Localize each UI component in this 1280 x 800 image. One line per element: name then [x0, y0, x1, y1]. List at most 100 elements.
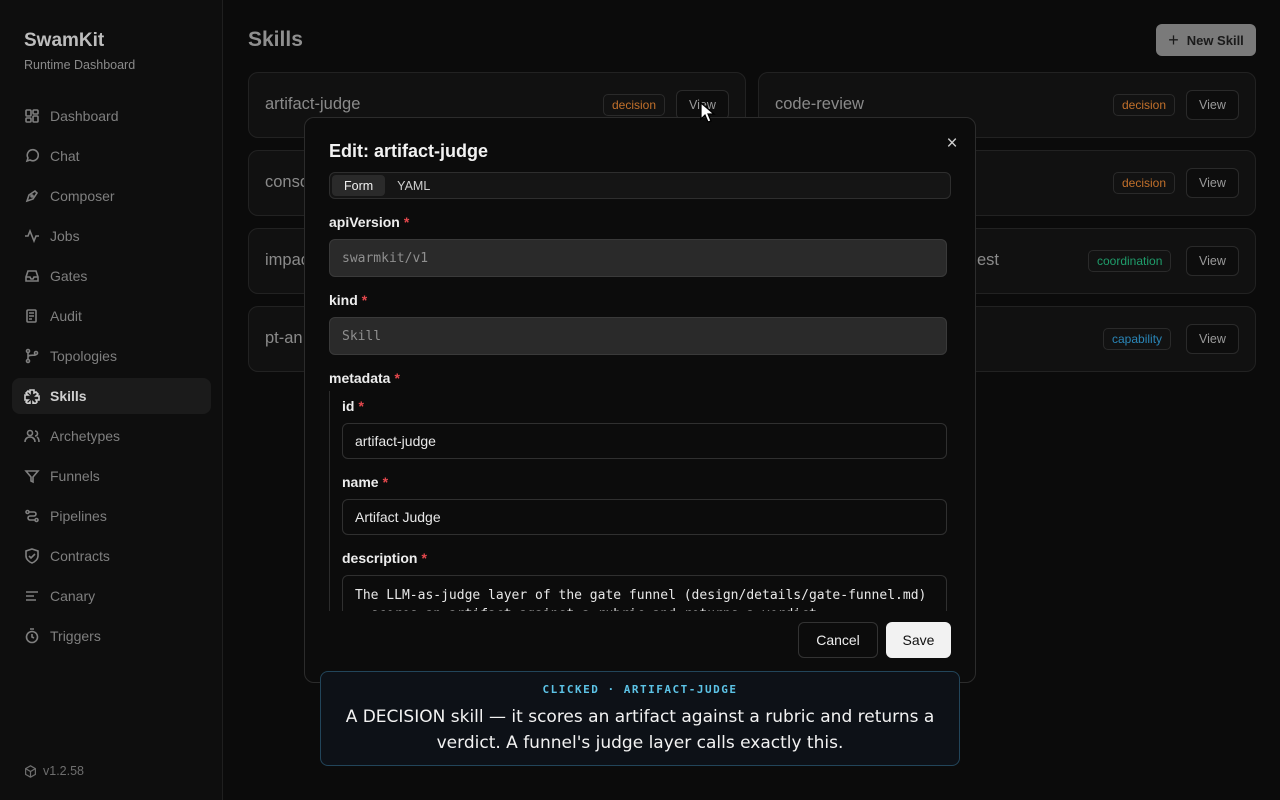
kind-label: kind * [329, 292, 367, 308]
sidebar-item-skills[interactable]: Skills [12, 378, 211, 414]
edit-skill-dialog: Edit: artifact-judge × Form YAML apiVers… [304, 117, 976, 683]
apiversion-field[interactable]: swarmkit/v1 [329, 239, 947, 277]
sidebar-item-label: Audit [50, 308, 82, 324]
jobs-icon [24, 228, 40, 244]
skill-card-name: code-review [775, 95, 864, 113]
field-label-text: metadata [329, 370, 391, 386]
required-marker: * [394, 370, 400, 386]
editor-tabs: Form YAML [329, 172, 951, 199]
pipelines-icon [24, 508, 40, 524]
sidebar-item-archetypes[interactable]: Archetypes [12, 418, 211, 454]
sidebar-item-label: Jobs [50, 228, 80, 244]
contracts-icon [24, 548, 40, 564]
page-title: Skills [248, 28, 303, 51]
sidebar-item-chat[interactable]: Chat [12, 138, 211, 174]
required-marker: * [361, 292, 368, 308]
callout-text: A DECISION skill — it scores an artifact… [345, 707, 935, 753]
skill-card-name: est [977, 251, 1000, 269]
view-button[interactable]: View [1186, 90, 1239, 120]
sidebar-item-label: Topologies [50, 348, 117, 364]
topologies-icon [24, 348, 40, 364]
new-skill-button[interactable]: + New Skill [1156, 24, 1256, 56]
tab-form[interactable]: Form [332, 175, 386, 196]
annotation-callout: CLICKED · ARTIFACT-JUDGE A DECISION skil… [320, 671, 960, 766]
form-scroll-area[interactable]: apiVersion * swarmkit/v1 kind * Skill meta… [329, 213, 951, 611]
view-button[interactable]: View [1186, 324, 1239, 354]
sidebar-item-label: Archetypes [50, 428, 121, 444]
sidebar-item-triggers[interactable]: Triggers [12, 618, 211, 654]
sidebar-item-dashboard[interactable]: Dashboard [12, 98, 211, 134]
metadata-group-divider [329, 391, 330, 611]
field-label-text: kind [329, 292, 358, 308]
skill-card-name: impac [265, 251, 310, 269]
name-label: name * [342, 474, 388, 490]
sidebar-item-gates[interactable]: Gates [12, 258, 211, 294]
funnels-icon [24, 468, 40, 484]
sidebar-item-contracts[interactable]: Contracts [12, 538, 211, 574]
sidebar-item-label: Pipelines [50, 508, 107, 524]
sidebar-item-canary[interactable]: Canary [12, 578, 211, 614]
canary-icon [24, 588, 40, 604]
tab-yaml[interactable]: YAML [385, 175, 442, 196]
chat-icon [24, 148, 40, 164]
id-field[interactable]: artifact-judge [342, 423, 947, 459]
sidebar-item-label: Chat [50, 148, 80, 164]
field-label-text: id [342, 398, 355, 414]
metadata-label: metadata * [329, 370, 400, 386]
description-label: description * [342, 550, 427, 566]
new-skill-label: New Skill [1186, 32, 1244, 48]
skill-type-badge: decision [1113, 94, 1176, 116]
composer-icon [24, 188, 40, 204]
apiversion-label: apiVersion * [329, 214, 409, 230]
sidebar-nav: Dashboard Chat Composer Jobs Gates Audit… [12, 98, 211, 658]
dialog-title: Edit: artifact-judge [329, 141, 489, 161]
sidebar-item-label: Skills [50, 388, 87, 404]
dashboard-icon [24, 108, 40, 124]
sidebar-item-label: Contracts [50, 548, 110, 564]
triggers-icon [24, 628, 40, 644]
cube-icon [25, 764, 36, 778]
callout-tag: CLICKED · ARTIFACT-JUDGE [542, 683, 738, 696]
sidebar-item-audit[interactable]: Audit [12, 298, 211, 334]
sidebar-item-topologies[interactable]: Topologies [12, 338, 211, 374]
app-title: SwamKit [24, 30, 105, 51]
audit-icon [24, 308, 40, 324]
sidebar-item-label: Dashboard [50, 108, 119, 124]
version-info: v1.2.58 [24, 764, 84, 778]
skill-card-name: artifact-judge [265, 95, 361, 113]
field-label-text: name [342, 474, 379, 490]
skill-type-badge: decision [1113, 172, 1176, 194]
sidebar-item-funnels[interactable]: Funnels [12, 458, 211, 494]
sidebar-item-pipelines[interactable]: Pipelines [12, 498, 211, 534]
skill-type-badge: coordination [1088, 250, 1172, 272]
sidebar-item-label: Triggers [50, 628, 101, 644]
field-label-text: apiVersion [329, 214, 400, 230]
archetypes-icon [24, 428, 40, 444]
view-button[interactable]: View [1186, 168, 1239, 198]
gates-icon [24, 268, 40, 284]
required-marker: * [382, 474, 389, 490]
brand: SwamKit Runtime Dashboard [24, 30, 135, 72]
skill-card-name: pt-an [265, 329, 303, 347]
version-label: v1.2.58 [43, 764, 85, 778]
sidebar-item-label: Composer [50, 188, 115, 204]
mouse-cursor-icon [700, 102, 716, 123]
sidebar-item-label: Funnels [50, 468, 100, 484]
skills-icon [24, 388, 40, 404]
required-marker: * [421, 550, 427, 566]
save-button[interactable]: Save [886, 622, 951, 658]
view-button[interactable]: View [1186, 246, 1239, 276]
app-subtitle: Runtime Dashboard [24, 58, 136, 72]
close-icon[interactable]: × [943, 133, 961, 154]
cancel-button[interactable]: Cancel [798, 622, 878, 658]
required-marker: * [403, 214, 410, 230]
skill-type-badge: decision [603, 94, 666, 116]
description-field[interactable]: The LLM-as-judge layer of the gate funne… [342, 575, 947, 611]
sidebar-item-label: Gates [50, 268, 88, 284]
kind-field[interactable]: Skill [329, 317, 947, 355]
sidebar-item-composer[interactable]: Composer [12, 178, 211, 214]
name-field[interactable]: Artifact Judge [342, 499, 947, 535]
field-label-text: description [342, 550, 418, 566]
sidebar-item-jobs[interactable]: Jobs [12, 218, 211, 254]
skill-type-badge: capability [1103, 328, 1172, 350]
